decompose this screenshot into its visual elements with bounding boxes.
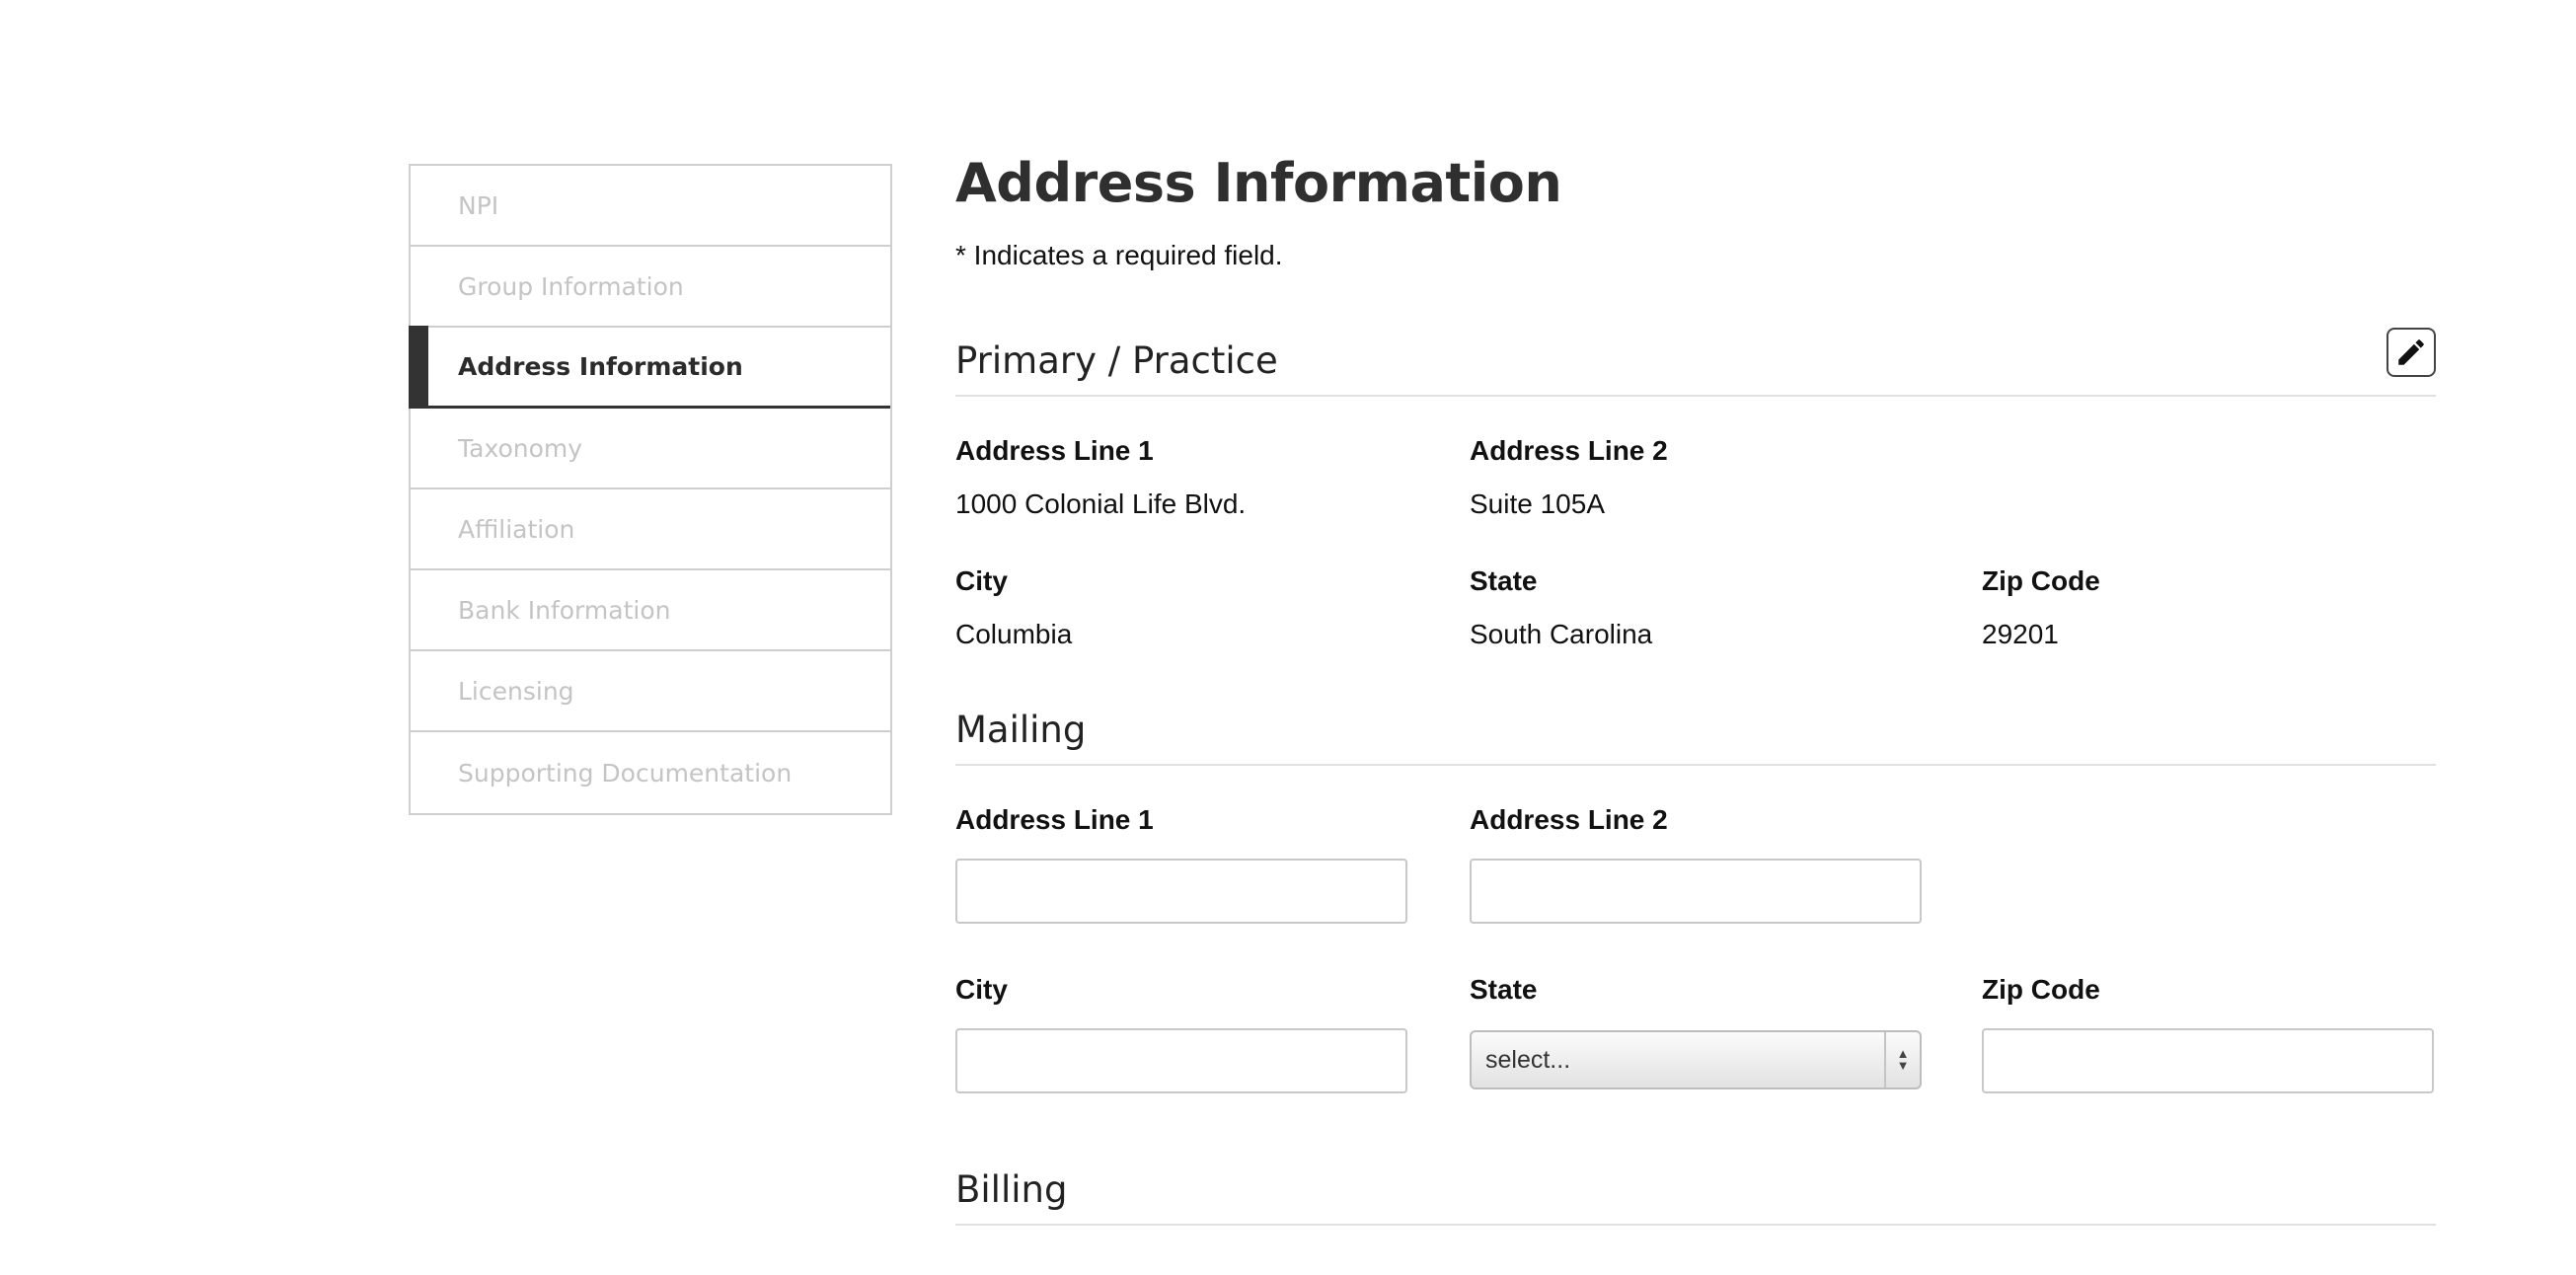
primary-address-line1-value: 1000 Colonial Life Blvd.	[955, 488, 1247, 519]
mailing-address-line1-input[interactable]	[955, 859, 1407, 924]
sidebar-item-taxonomy[interactable]: Taxonomy	[411, 409, 890, 489]
mailing-state-select[interactable]: select... ▲ ▼	[1470, 1030, 1922, 1089]
primary-city-label: City	[955, 565, 1008, 596]
primary-city-state-zip-row: City Columbia State South Carolina Zip C…	[955, 564, 2436, 663]
sidebar-item-bank-information[interactable]: Bank Information	[411, 570, 890, 651]
primary-address-line2-label: Address Line 2	[1470, 435, 1668, 466]
mailing-city-state-zip-row: City State select... ▲ ▼ Zip Code	[955, 973, 2436, 1141]
primary-address-line2-value: Suite 105A	[1470, 488, 1605, 519]
pencil-icon	[2398, 339, 2424, 365]
sidebar-item-licensing[interactable]: Licensing	[411, 651, 890, 732]
mailing-state-label: State	[1470, 974, 1538, 1005]
billing-header: Billing	[955, 1166, 2436, 1226]
primary-address-line2-field: Address Line 2 Suite 105A	[1470, 434, 1668, 521]
edit-primary-address-button[interactable]	[2387, 328, 2436, 377]
mailing-header: Mailing	[955, 707, 2436, 766]
mailing-state-field: State select... ▲ ▼	[1470, 973, 1922, 1089]
primary-zip-value: 29201	[1982, 619, 2059, 649]
primary-address-line1-label: Address Line 1	[955, 435, 1154, 466]
billing-section: Billing	[955, 1166, 2436, 1226]
sidebar-item-address-information[interactable]: Address Information	[409, 326, 890, 409]
mailing-address-line2-field: Address Line 2	[1470, 803, 1922, 924]
mailing-city-label: City	[955, 974, 1008, 1005]
sidebar-item-npi[interactable]: NPI	[411, 166, 890, 247]
sidebar-item-supporting-documentation[interactable]: Supporting Documentation	[411, 732, 890, 813]
required-field-note: * Indicates a required field.	[955, 240, 1283, 270]
mailing-state-selected-value: select...	[1485, 1045, 1571, 1074]
primary-practice-header: Primary / Practice	[955, 338, 2436, 397]
primary-state-label: State	[1470, 565, 1538, 596]
sidebar-item-affiliation[interactable]: Affiliation	[411, 489, 890, 570]
sidebar-item-group-information[interactable]: Group Information	[411, 247, 890, 328]
primary-zip-label: Zip Code	[1982, 565, 2100, 596]
mailing-city-input[interactable]	[955, 1028, 1407, 1093]
primary-city-field: City Columbia	[955, 564, 1072, 651]
mailing-address-row: Address Line 1 Address Line 2	[955, 803, 2436, 973]
mailing-address-line1-field: Address Line 1	[955, 803, 1407, 924]
mailing-address-line1-label: Address Line 1	[955, 804, 1154, 835]
mailing-city-field: City	[955, 973, 1407, 1093]
updown-arrows-icon: ▲ ▼	[1884, 1032, 1920, 1088]
primary-zip-field: Zip Code 29201	[1982, 564, 2100, 651]
mailing-address-line2-label: Address Line 2	[1470, 804, 1668, 835]
primary-practice-section: Primary / Practice Address Line 1 1000 C…	[955, 328, 2436, 663]
primary-state-field: State South Carolina	[1470, 564, 1652, 651]
primary-state-value: South Carolina	[1470, 619, 1653, 649]
page-title: Address Information	[955, 152, 1562, 214]
mailing-zip-input[interactable]	[1982, 1028, 2434, 1093]
main-content: Address Information * Indicates a requir…	[955, 148, 2436, 1226]
mailing-zip-label: Zip Code	[1982, 974, 2100, 1005]
primary-city-value: Columbia	[955, 619, 1073, 649]
sidebar-nav: NPI Group Information Address Informatio…	[409, 164, 892, 815]
primary-address-line1-field: Address Line 1 1000 Colonial Life Blvd.	[955, 434, 1246, 521]
primary-address-row: Address Line 1 1000 Colonial Life Blvd. …	[955, 434, 2436, 562]
mailing-address-line2-input[interactable]	[1470, 859, 1922, 924]
mailing-zip-field: Zip Code	[1982, 973, 2434, 1093]
mailing-section: Mailing Address Line 1 Address Line 2 Ci…	[955, 707, 2436, 1141]
